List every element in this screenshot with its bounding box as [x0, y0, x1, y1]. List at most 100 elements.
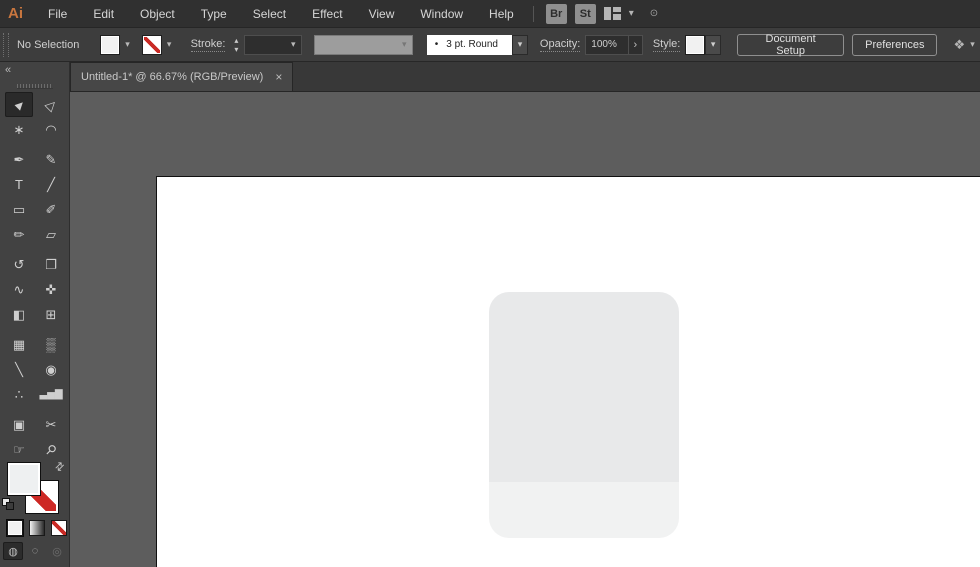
- canvas-pasteboard[interactable]: [70, 92, 980, 567]
- document-tab[interactable]: Untitled-1* @ 66.67% (RGB/Preview) ×: [70, 62, 294, 91]
- app-logo: Ai: [8, 5, 23, 22]
- opacity-value: 100%: [591, 39, 617, 50]
- chevron-down-icon: ▾: [517, 39, 523, 49]
- paintbrush-tool[interactable]: ✐: [37, 197, 65, 222]
- workspace-chevron-icon[interactable]: ▾: [629, 8, 634, 19]
- chevron-down-icon: ▾: [401, 39, 407, 49]
- pen-tool[interactable]: ✒: [5, 147, 33, 172]
- select-similar-chevron-icon[interactable]: ▾: [965, 35, 980, 55]
- select-similar-icon[interactable]: ❖: [953, 37, 965, 53]
- stroke-chevron-icon[interactable]: ▾: [162, 35, 177, 55]
- workspace-switcher-icon[interactable]: [603, 7, 621, 20]
- menu-edit[interactable]: Edit: [80, 0, 127, 28]
- chevron-down-icon: ▾: [710, 39, 716, 49]
- stroke-weight-stepper[interactable]: ▴ ▾: [230, 34, 242, 56]
- brush-dropdown-button[interactable]: ▾: [512, 34, 528, 55]
- color-type-row: [7, 520, 67, 536]
- shape-bottom-section: [489, 482, 679, 538]
- menu-window[interactable]: Window: [407, 0, 476, 28]
- fill-chevron-icon[interactable]: ▾: [120, 35, 135, 55]
- style-dropdown-button[interactable]: ▾: [705, 34, 722, 55]
- opacity-arrow-button[interactable]: ›: [628, 34, 643, 55]
- artboard-tool[interactable]: ▣: [5, 412, 33, 437]
- shape-builder-tool[interactable]: ◧: [5, 302, 33, 327]
- fill-stroke-cluster: ⇄ ◍ ◌ ◎: [0, 458, 70, 566]
- none-button[interactable]: [51, 520, 67, 536]
- drawing-modes-row: ◍ ◌ ◎: [3, 542, 67, 560]
- stroke-label[interactable]: Stroke:: [190, 38, 226, 52]
- rounded-rect-shape[interactable]: [489, 292, 679, 538]
- swap-fill-stroke-icon[interactable]: ⇄: [52, 459, 67, 474]
- control-bar: No Selection ▾ ▾ Stroke: ▴ ▾ ▾ ▾ • 3 pt.…: [0, 28, 980, 62]
- magic-wand-tool[interactable]: ∗: [5, 117, 33, 142]
- width-tool[interactable]: ∿: [5, 277, 33, 302]
- document-tab-title: Untitled-1* @ 66.67% (RGB/Preview): [81, 71, 264, 83]
- chevron-down-icon[interactable]: ▾: [286, 35, 301, 55]
- eraser-tool[interactable]: ▱: [37, 222, 65, 247]
- arrow-right-icon: ›: [633, 38, 638, 51]
- artboard[interactable]: [156, 176, 980, 567]
- draw-normal-button[interactable]: ◍: [3, 542, 23, 560]
- perspective-grid-tool[interactable]: ⊞: [37, 302, 65, 327]
- gpu-performance-icon[interactable]: ⊙: [650, 8, 658, 19]
- gradient-button[interactable]: [29, 520, 45, 536]
- stroke-weight-dropdown[interactable]: ▾: [244, 34, 302, 55]
- menu-effect[interactable]: Effect: [299, 0, 355, 28]
- step-up-icon[interactable]: ▴: [230, 36, 242, 45]
- collapse-panel-icon[interactable]: «: [5, 64, 11, 76]
- eyedropper-tool[interactable]: ╲: [5, 357, 33, 382]
- rotate-tool[interactable]: ↺: [5, 252, 33, 277]
- gradient-tool[interactable]: ▒: [37, 332, 65, 357]
- fill-swatch[interactable]: [7, 462, 41, 496]
- type-tool[interactable]: T: [5, 172, 33, 197]
- close-tab-icon[interactable]: ×: [275, 70, 282, 84]
- style-label[interactable]: Style:: [652, 38, 681, 52]
- stock-button[interactable]: St: [574, 3, 596, 24]
- menu-select[interactable]: Select: [240, 0, 299, 28]
- menu-help[interactable]: Help: [476, 0, 527, 28]
- puppet-warp-tool[interactable]: ✜: [37, 277, 65, 302]
- curvature-tool[interactable]: ✎: [37, 147, 65, 172]
- menu-object[interactable]: Object: [127, 0, 188, 28]
- color-button[interactable]: [7, 520, 23, 536]
- blend-tool[interactable]: ◉: [37, 357, 65, 382]
- column-graph-tool[interactable]: ▃▅▇: [37, 382, 65, 407]
- lasso-tool[interactable]: ◠: [37, 117, 65, 142]
- tools-grid: ► ▷ ∗ ◠ ✒ ✎ T ╱ ▭ ✐ ✏ ▱ ↺ ❐ ∿ ✜ ◧ ⊞ ▦ ▒ …: [3, 92, 67, 462]
- default-fill-stroke-icon[interactable]: [2, 498, 15, 511]
- width-profile-dropdown: ▾: [313, 34, 413, 55]
- bridge-button[interactable]: Br: [545, 3, 567, 24]
- menu-type[interactable]: Type: [188, 0, 240, 28]
- draw-inside-button: ◎: [52, 545, 62, 558]
- mesh-tool[interactable]: ▦: [5, 332, 33, 357]
- symbol-sprayer-tool[interactable]: ∴: [5, 382, 33, 407]
- step-down-icon[interactable]: ▾: [230, 45, 242, 54]
- opacity-label[interactable]: Opacity:: [539, 38, 581, 52]
- panel-drag-grip[interactable]: [17, 84, 53, 89]
- shaper-tool[interactable]: ✏: [5, 222, 33, 247]
- stroke-color-swatch[interactable]: [141, 34, 162, 55]
- style-swatch[interactable]: [685, 34, 706, 55]
- draw-behind-button[interactable]: ◌: [25, 542, 45, 560]
- line-segment-tool[interactable]: ╱: [37, 172, 65, 197]
- shape-top-section: [489, 292, 679, 482]
- document-setup-button[interactable]: Document Setup: [737, 33, 845, 57]
- fill-color-swatch[interactable]: [100, 34, 121, 55]
- tools-panel: « ► ▷ ∗ ◠ ✒ ✎ T ╱ ▭ ✐ ✏ ▱ ↺ ❐ ∿ ✜ ◧ ⊞ ▦ …: [0, 62, 70, 567]
- workspace: Untitled-1* @ 66.67% (RGB/Preview) ×: [70, 62, 980, 567]
- brush-definition-field[interactable]: • 3 pt. Round: [426, 34, 513, 55]
- rectangle-tool[interactable]: ▭: [5, 197, 33, 222]
- divider: [532, 5, 534, 22]
- app-bar-right: Br St ▾ ⊙: [532, 3, 658, 24]
- panel-grip[interactable]: [3, 32, 9, 57]
- menu-view[interactable]: View: [356, 0, 408, 28]
- opacity-input[interactable]: 100%: [585, 34, 629, 55]
- preferences-button[interactable]: Preferences: [852, 33, 938, 56]
- menu-file[interactable]: File: [35, 0, 80, 28]
- scale-tool[interactable]: ❐: [37, 252, 65, 277]
- direct-selection-tool[interactable]: ▷: [37, 92, 65, 117]
- brush-definition-value: 3 pt. Round: [446, 39, 498, 50]
- selection-tool[interactable]: ►: [5, 92, 33, 117]
- main-area: « ► ▷ ∗ ◠ ✒ ✎ T ╱ ▭ ✐ ✏ ▱ ↺ ❐ ∿ ✜ ◧ ⊞ ▦ …: [0, 62, 980, 567]
- slice-tool[interactable]: ✂: [37, 412, 65, 437]
